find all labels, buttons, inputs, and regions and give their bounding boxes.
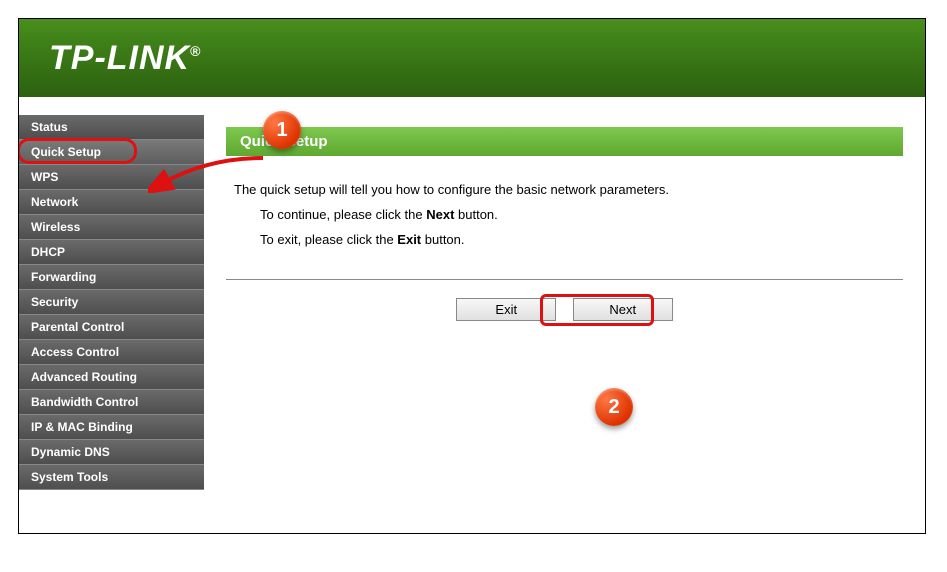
sidebar-item-label: IP & MAC Binding [31,420,133,434]
instruction-line-2: To continue, please click the Next butto… [260,207,903,222]
instructions-block: The quick setup will tell you how to con… [234,182,903,247]
next-button[interactable]: Next [573,298,673,321]
instruction-line-1: The quick setup will tell you how to con… [234,182,903,197]
sidebar-item-bandwidth-control[interactable]: Bandwidth Control [19,390,204,415]
sidebar-item-label: Security [31,295,78,309]
sidebar-item-label: System Tools [31,470,108,484]
annotation-arrow-icon [148,153,268,193]
sidebar-item-forwarding[interactable]: Forwarding [19,265,204,290]
sidebar-item-advanced-routing[interactable]: Advanced Routing [19,365,204,390]
main-content: Quick Setup The quick setup will tell yo… [204,97,925,533]
sidebar-item-label: Bandwidth Control [31,395,138,409]
annotation-callout-2: 2 [595,388,633,426]
instruction-line-3: To exit, please click the Exit button. [260,232,903,247]
sidebar-item-ip-mac-binding[interactable]: IP & MAC Binding [19,415,204,440]
sidebar-item-label: Advanced Routing [31,370,137,384]
sidebar-item-parental-control[interactable]: Parental Control [19,315,204,340]
sidebar-item-dhcp[interactable]: DHCP [19,240,204,265]
sidebar-item-label: Access Control [31,345,119,359]
divider [226,279,903,280]
sidebar-item-security[interactable]: Security [19,290,204,315]
sidebar-item-label: Network [31,195,78,209]
sidebar-item-label: Parental Control [31,320,124,334]
sidebar-item-label: Status [31,120,68,134]
sidebar-item-dynamic-dns[interactable]: Dynamic DNS [19,440,204,465]
page-title: Quick Setup [226,127,903,156]
header-banner: TP-LINK® [19,19,925,97]
logo-text: TP-LINK [49,39,190,77]
sidebar-item-label: Quick Setup [31,145,101,159]
sidebar-item-label: Forwarding [31,270,96,284]
sidebar-item-system-tools[interactable]: System Tools [19,465,204,490]
sidebar-item-label: WPS [31,170,58,184]
sidebar-item-label: Wireless [31,220,80,234]
sidebar-item-network[interactable]: Network [19,190,204,215]
sidebar-item-label: Dynamic DNS [31,445,110,459]
router-admin-frame: TP-LINK® Status Quick Setup WPS Network … [18,18,926,534]
exit-button[interactable]: Exit [456,298,556,321]
sidebar-item-access-control[interactable]: Access Control [19,340,204,365]
brand-logo: TP-LINK® [49,39,201,78]
sidebar-item-status[interactable]: Status [19,115,204,140]
button-row: Exit Next [226,298,903,321]
sidebar-item-label: DHCP [31,245,65,259]
annotation-callout-1: 1 [263,111,301,149]
sidebar-item-wireless[interactable]: Wireless [19,215,204,240]
registered-icon: ® [190,43,201,59]
